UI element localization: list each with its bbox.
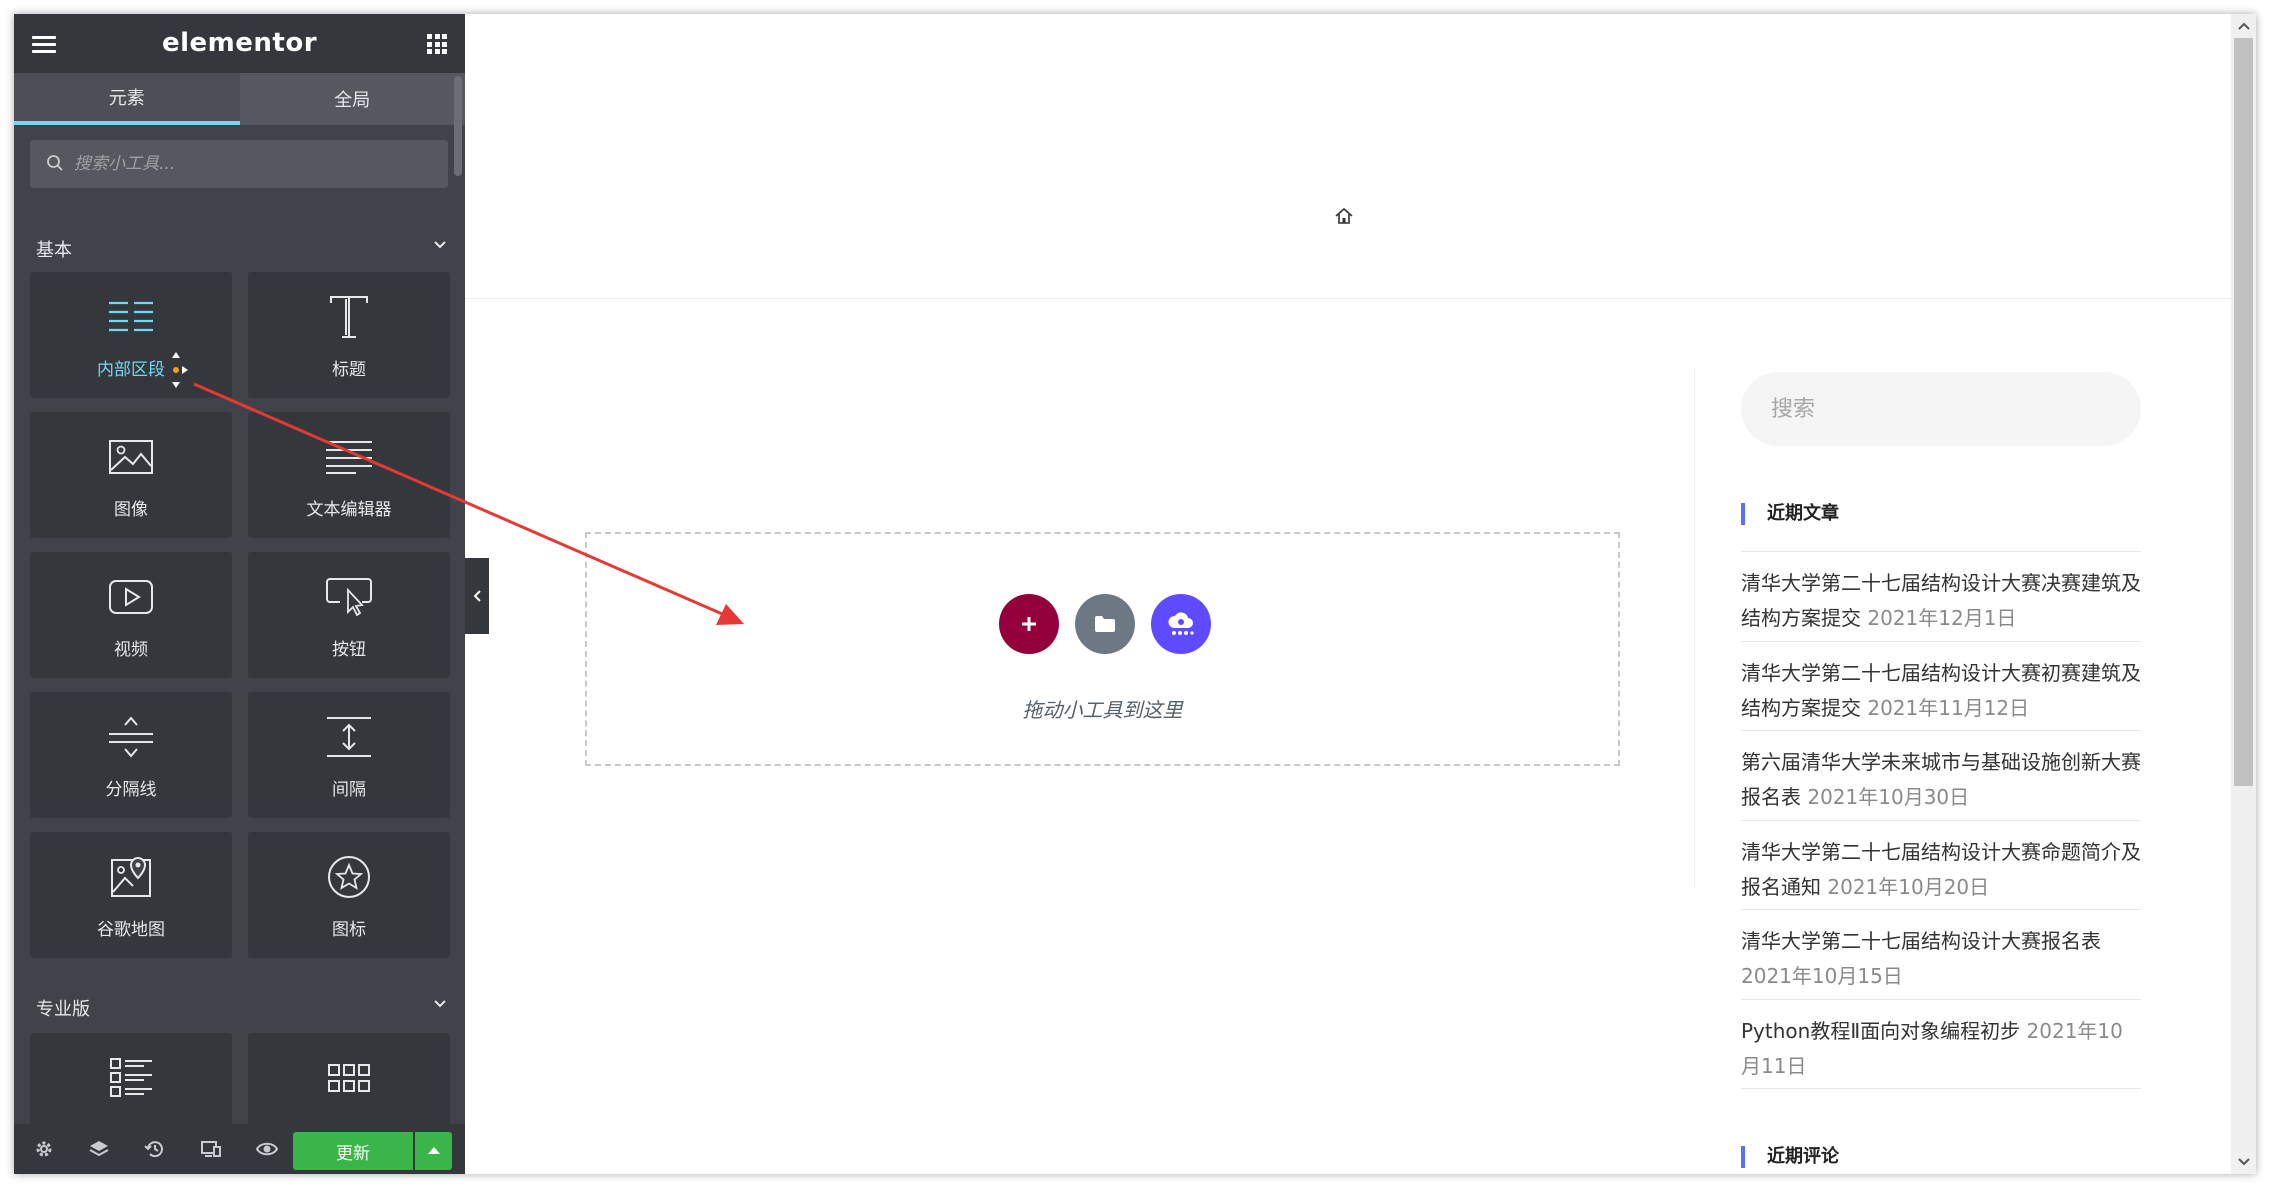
elementor-panel: elementor 元素 全局 基本 [14,14,465,1174]
update-options-button[interactable] [415,1132,452,1170]
plus-icon [1022,617,1036,631]
widget-heading[interactable]: 标题 [248,272,450,398]
scrollbar-thumb[interactable] [2234,38,2253,786]
settings-icon[interactable] [33,1138,55,1160]
widget-label: 内部区段 [97,360,165,380]
spacer-icon [248,714,450,760]
inner-section-icon [30,294,232,340]
caret-up-icon [427,1147,440,1154]
grid-icon [248,1055,450,1101]
drop-hint-text: 拖动小工具到这里 [1022,698,1183,722]
image-icon [30,434,232,480]
scroll-down-icon[interactable] [2231,1150,2256,1174]
add-template-button[interactable] [1075,594,1135,654]
widget-inner-section[interactable]: 内部区段 [30,272,232,398]
post-item[interactable]: 第六届清华大学未来城市与基础设施创新大赛报名表 2021年10月30日 [1741,731,2141,821]
widget-image[interactable]: 图像 [30,412,232,538]
category-pro[interactable]: 专业版 [36,995,456,1020]
post-item[interactable]: 清华大学第二十七届结构设计大赛初赛建筑及结构方案提交 2021年11月12日 [1741,642,2141,731]
panel-collapse-button[interactable] [465,558,489,634]
star-icon [248,854,450,900]
update-button[interactable]: 更新 [293,1132,413,1170]
panel-tabs: 元素 全局 [14,73,465,125]
panel-scrollbar[interactable] [454,76,462,176]
add-section-button[interactable] [999,594,1059,654]
widget-video[interactable]: 视频 [30,552,232,678]
widget-label: 分隔线 [105,780,157,800]
widget-label: 文本编辑器 [306,500,392,520]
widget-text-editor[interactable]: 文本编辑器 [248,412,450,538]
sidebar-search [1741,372,2141,446]
site-header [465,14,2231,299]
chevron-down-icon [434,1000,446,1008]
category-pro-label: 专业版 [36,999,90,1020]
post-date: 2021年11月12日 [1867,696,2030,720]
widget-google-maps[interactable]: 谷歌地图 [30,832,232,958]
tab-elements[interactable]: 元素 [14,73,240,125]
post-date: 2021年10月30日 [1807,785,1970,809]
home-icon[interactable] [1334,206,1354,226]
widget-label: 图标 [332,920,366,940]
preview-eye-icon[interactable] [256,1138,278,1160]
text-editor-icon [248,434,450,480]
folder-icon [1095,616,1115,632]
widget-label: 标题 [332,360,366,380]
post-date: 2021年12月1日 [1867,606,2017,630]
widget-label: 间隔 [332,780,366,800]
recent-posts-title: 近期文章 [1741,503,1839,525]
sidebar-divider [1694,369,1695,889]
widget-search-input[interactable] [72,153,436,175]
panel-header: elementor [14,14,465,73]
elementor-logo: elementor [161,28,318,58]
divider-icon [30,714,232,760]
widget-spacer[interactable]: 间隔 [248,692,450,818]
button-icon [248,574,450,620]
panel-footer: 更新 [14,1124,465,1174]
category-basic-label: 基本 [36,240,72,261]
empty-section-dropzone[interactable]: 拖动小工具到这里 [585,532,1620,766]
widget-label: 图像 [114,500,148,520]
category-basic[interactable]: 基本 [36,236,456,261]
widget-button[interactable]: 按钮 [248,552,450,678]
scroll-up-icon[interactable] [2231,14,2256,38]
cloud-kit-icon [1168,612,1194,635]
recent-posts-list: 清华大学第二十七届结构设计大赛决赛建筑及结构方案提交 2021年12月1日 清华… [1741,551,2141,1089]
google-maps-icon [30,854,232,900]
post-date: 2021年10月15日 [1741,964,1903,988]
search-icon [47,155,63,171]
layers-icon[interactable] [88,1138,110,1160]
post-item[interactable]: 清华大学第二十七届结构设计大赛决赛建筑及结构方案提交 2021年12月1日 [1741,552,2141,642]
tab-global[interactable]: 全局 [239,73,465,125]
widget-icon[interactable]: 图标 [248,832,450,958]
responsive-icon[interactable] [200,1138,222,1160]
widget-search [30,140,448,188]
video-icon [30,574,232,620]
posts-list-icon [30,1055,232,1101]
sidebar-search-input[interactable] [1769,395,2113,423]
browser-window: elementor 元素 全局 基本 [14,14,2256,1174]
widget-label: 视频 [114,640,148,660]
chevron-left-icon [473,590,481,602]
move-cursor-icon [172,352,188,388]
page-scrollbar[interactable] [2231,14,2256,1174]
heading-icon [248,294,450,340]
post-item[interactable]: 清华大学第二十七届结构设计大赛命题简介及报名通知 2021年10月20日 [1741,821,2141,910]
history-icon[interactable] [144,1138,166,1160]
elementor-kit-button[interactable] [1151,594,1211,654]
widget-divider[interactable]: 分隔线 [30,692,232,818]
post-title[interactable]: Python教程Ⅱ面向对象编程初步 [1741,1019,2020,1043]
post-title[interactable]: 清华大学第二十七届结构设计大赛报名表 [1741,929,2101,953]
post-date: 2021年10月20日 [1827,875,1990,899]
post-item[interactable]: Python教程Ⅱ面向对象编程初步 2021年10月11日 [1741,1000,2141,1089]
recent-comments-title: 近期评论 [1741,1146,1839,1168]
widget-label: 按钮 [332,640,366,660]
post-item[interactable]: 清华大学第二十七届结构设计大赛报名表 2021年10月15日 [1741,910,2141,1000]
apps-grid-icon[interactable] [427,34,447,54]
widget-label: 谷歌地图 [97,920,165,940]
chevron-down-icon [434,241,446,249]
